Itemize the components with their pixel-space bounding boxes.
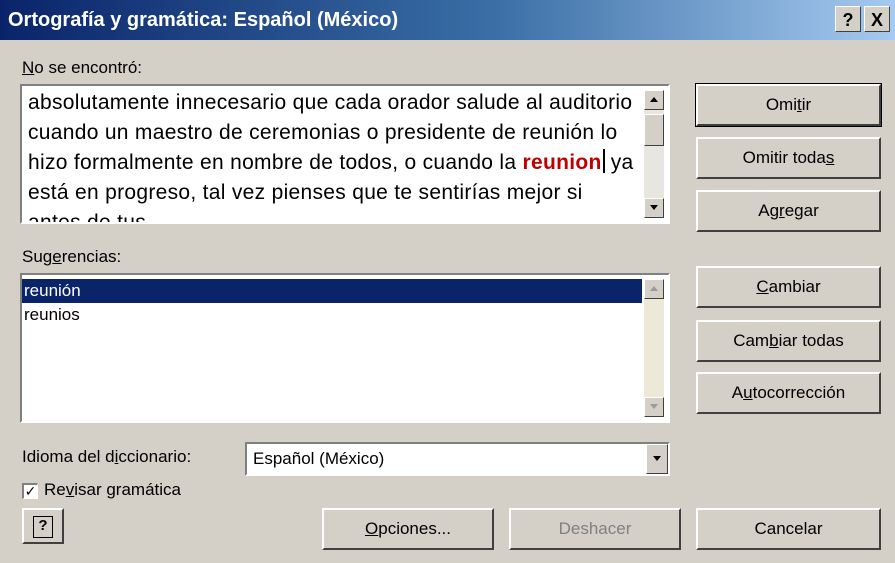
cancel-button[interactable]: Cancelar (696, 508, 881, 550)
dictionary-value: Español (México) (253, 449, 385, 468)
grammar-check-label[interactable]: Revisar gramática (44, 480, 181, 500)
window-title: Ortografía y gramática: Español (México) (8, 9, 399, 31)
ignore-all-button[interactable]: Omitir todas (696, 137, 881, 179)
change-button[interactable]: Cambiar (696, 266, 881, 308)
suggestion-item[interactable]: reunión (22, 279, 642, 303)
flagged-word[interactable]: reunion (523, 151, 602, 174)
not-found-scrollbar[interactable] (644, 90, 664, 218)
options-button[interactable]: Opciones... (322, 508, 494, 550)
help-button[interactable]: ? (22, 508, 64, 544)
undo-button[interactable]: Deshacer (509, 508, 681, 550)
dictionary-label: Idioma del diccionario: (22, 447, 192, 466)
suggestions-label: Sugerencias: (22, 247, 122, 266)
grammar-checkbox[interactable]: ✓ (22, 483, 38, 499)
suggestions-scrollbar[interactable] (644, 279, 664, 417)
scroll-up-arrow-icon[interactable] (644, 90, 664, 110)
dictionary-select[interactable]: Español (México) (245, 442, 670, 476)
autocorrect-button[interactable]: Autocorrección (696, 372, 881, 414)
scroll-up-arrow-icon[interactable] (644, 279, 664, 299)
not-found-text[interactable]: absolutamente innecesario que cada orado… (28, 88, 638, 222)
chevron-down-icon[interactable] (646, 444, 668, 474)
help-title-button[interactable]: ? (835, 6, 861, 32)
not-found-label: No se encontró: (22, 58, 143, 77)
suggestions-list[interactable]: reunión reunios (20, 273, 670, 423)
not-found-textbox[interactable]: absolutamente innecesario que cada orado… (20, 84, 670, 224)
close-button[interactable]: X (864, 6, 890, 32)
ignore-button[interactable]: Omitir (695, 83, 882, 127)
add-button[interactable]: Agregar (696, 190, 881, 232)
scroll-down-arrow-icon[interactable] (644, 198, 664, 218)
scroll-down-arrow-icon[interactable] (644, 397, 664, 417)
scroll-thumb[interactable] (644, 114, 664, 146)
suggestion-item[interactable]: reunios (22, 303, 642, 327)
change-all-button[interactable]: Cambiar todas (696, 320, 881, 362)
help-icon: ? (33, 516, 53, 538)
title-bar[interactable]: Ortografía y gramática: Español (México)… (0, 0, 895, 40)
